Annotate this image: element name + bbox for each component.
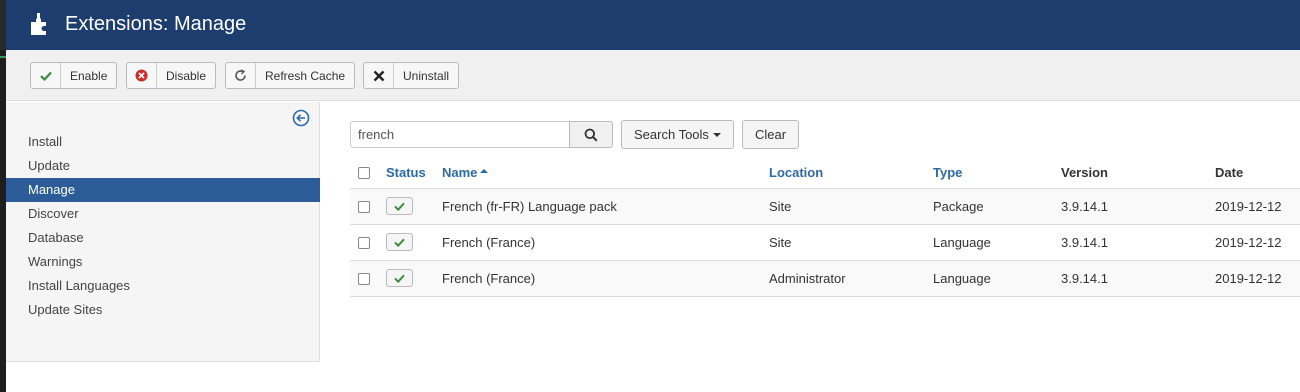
extension-type: Language: [933, 270, 991, 286]
select-all-checkbox[interactable]: [358, 167, 370, 180]
extensions-table: Status Name Location Type Version Date F…: [350, 157, 1300, 297]
search-button[interactable]: [569, 121, 613, 148]
enable-label: Enable: [70, 68, 108, 83]
sidebar-item-update[interactable]: Update: [6, 154, 320, 178]
sidebar: Install Update Manage Discover Database …: [6, 102, 320, 362]
search-tools-label: Search Tools: [634, 127, 709, 142]
puzzle-piece-icon: [31, 13, 46, 35]
extension-version: 3.9.14.1: [1061, 234, 1108, 250]
sidebar-item-discover[interactable]: Discover: [6, 202, 320, 226]
search-input[interactable]: [350, 121, 570, 148]
extension-date: 2019-12-12: [1215, 198, 1282, 214]
column-date: Date: [1215, 164, 1244, 180]
sidebar-item-database[interactable]: Database: [6, 226, 320, 250]
status-enabled-button[interactable]: [386, 269, 413, 287]
check-icon: [31, 63, 61, 88]
clear-label: Clear: [755, 127, 787, 142]
uninstall-label: Uninstall: [403, 68, 450, 83]
extension-date: 2019-12-12: [1215, 234, 1282, 250]
disable-circle-icon: [127, 63, 157, 88]
extension-location: Administrator: [769, 270, 846, 286]
column-type[interactable]: Type: [933, 157, 1061, 188]
caret-down-icon: [712, 132, 721, 137]
collapse-sidebar-icon[interactable]: [292, 109, 310, 127]
refresh-cache-button[interactable]: Refresh Cache: [225, 62, 356, 89]
table-row: French (fr-FR) Language pack Site Packag…: [350, 188, 1300, 224]
sidebar-item-manage[interactable]: Manage: [6, 178, 320, 202]
sidebar-menu: Install Update Manage Discover Database …: [6, 130, 320, 322]
status-enabled-button[interactable]: [386, 233, 413, 251]
disable-button[interactable]: Disable: [126, 62, 217, 89]
column-location[interactable]: Location: [769, 157, 933, 188]
table-row: French (France) Site Language 3.9.14.1 2…: [350, 224, 1300, 260]
row-checkbox[interactable]: [358, 273, 370, 286]
refresh-cache-label: Refresh Cache: [265, 68, 346, 83]
sidebar-item-install[interactable]: Install: [6, 130, 320, 154]
search-tools-button[interactable]: Search Tools: [621, 120, 734, 149]
extension-name: French (fr-FR) Language pack: [442, 198, 617, 214]
x-icon: [364, 63, 394, 88]
row-checkbox[interactable]: [358, 237, 370, 250]
clear-button[interactable]: Clear: [742, 120, 800, 149]
column-name[interactable]: Name: [442, 157, 769, 188]
check-icon: [394, 274, 405, 283]
toolbar: Enable Disable Refresh Cache Uninstall: [6, 50, 1300, 101]
enable-button[interactable]: Enable: [30, 62, 118, 89]
uninstall-button[interactable]: Uninstall: [363, 62, 460, 89]
status-enabled-button[interactable]: [386, 197, 413, 215]
extension-location: Site: [769, 234, 792, 250]
column-version: Version: [1061, 164, 1108, 180]
column-status[interactable]: Status: [386, 157, 442, 188]
sidebar-item-update-sites[interactable]: Update Sites: [6, 298, 320, 322]
extension-name: French (France): [442, 270, 536, 286]
table-row: French (France) Administrator Language 3…: [350, 260, 1300, 296]
extension-type: Package: [933, 198, 984, 214]
search-icon: [584, 128, 598, 142]
extension-version: 3.9.14.1: [1061, 270, 1108, 286]
column-name-label: Name: [442, 164, 478, 180]
row-checkbox[interactable]: [358, 201, 370, 214]
sidebar-item-warnings[interactable]: Warnings: [6, 250, 320, 274]
refresh-icon: [226, 63, 256, 88]
check-icon: [394, 238, 405, 247]
extension-name: French (France): [442, 234, 536, 250]
check-icon: [394, 202, 405, 211]
page-title: Extensions: Manage: [65, 13, 247, 35]
table-header-row: Status Name Location Type Version Date: [350, 157, 1300, 188]
extension-version: 3.9.14.1: [1061, 198, 1108, 214]
sort-ascending-icon: [480, 169, 489, 174]
sidebar-item-install-languages[interactable]: Install Languages: [6, 274, 320, 298]
filter-bar: Search Tools Clear: [350, 120, 850, 149]
extension-location: Site: [769, 198, 792, 214]
page-header: Extensions: Manage: [6, 0, 1300, 50]
extension-type: Language: [933, 234, 991, 250]
page: Extensions: Manage Enable Disable Refres…: [6, 0, 1300, 392]
disable-label: Disable: [166, 68, 207, 83]
extension-date: 2019-12-12: [1215, 270, 1282, 286]
